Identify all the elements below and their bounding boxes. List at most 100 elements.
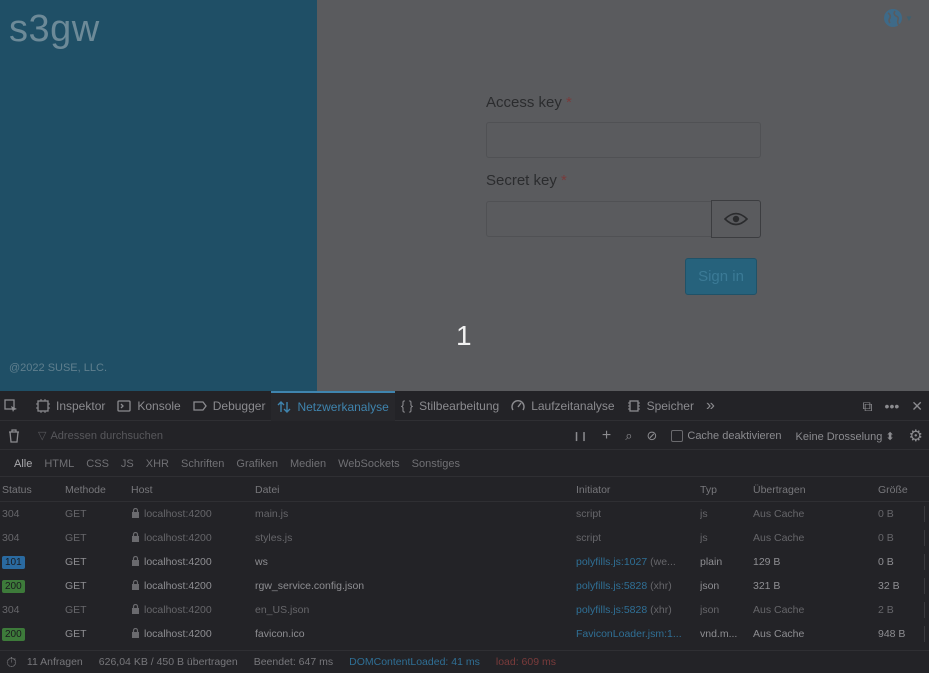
type-filter-images[interactable]: Grafiken bbox=[230, 458, 284, 470]
host-cell: localhost:4200 bbox=[131, 598, 251, 622]
show-password-button[interactable] bbox=[711, 200, 761, 238]
tab-network[interactable]: Netzwerkanalyse bbox=[271, 390, 395, 421]
host-text: localhost:4200 bbox=[144, 532, 212, 544]
tab-style-editor[interactable]: { } Stilbearbeitung bbox=[395, 391, 505, 421]
type-filter-bar: Alle HTML CSS JS XHR Schriften Grafiken … bbox=[0, 451, 929, 477]
sign-in-button[interactable]: Sign in bbox=[685, 258, 757, 295]
column-initiator[interactable]: Initiator bbox=[576, 478, 694, 502]
type-filter-all[interactable]: Alle bbox=[8, 458, 38, 470]
table-row[interactable]: 200 GET localhost:4200 favicon.ico FaviconLo… bbox=[0, 622, 929, 646]
search-icon[interactable]: ⌕ bbox=[625, 428, 632, 444]
initiator-cell: script bbox=[576, 502, 694, 526]
column-divider[interactable] bbox=[924, 530, 925, 546]
status-badge: 200 bbox=[2, 580, 25, 593]
column-transferred[interactable]: Übertragen bbox=[753, 478, 871, 502]
initiator-link[interactable]: polyfills.js:5828 bbox=[576, 604, 647, 616]
load-time: load: 609 ms bbox=[495, 656, 556, 668]
tab-label: Inspektor bbox=[56, 398, 106, 413]
tab-console[interactable]: Konsole bbox=[111, 391, 186, 421]
language-selector[interactable]: ▼ bbox=[883, 8, 919, 28]
column-file[interactable]: Datei bbox=[255, 478, 570, 502]
gear-icon[interactable]: ⚙ bbox=[909, 426, 923, 446]
column-size[interactable]: Größe bbox=[878, 478, 924, 502]
type-filter-media[interactable]: Medien bbox=[284, 458, 332, 470]
filter-input[interactable]: Adressen durchsuchen bbox=[50, 430, 163, 442]
clear-button[interactable] bbox=[0, 428, 28, 443]
more-tabs-button[interactable]: » bbox=[700, 391, 721, 421]
app-viewport: s3gw @2022 SUSE, LLC. ▼ Access key * Sec… bbox=[0, 0, 929, 391]
finished-time: Beendet: 647 ms bbox=[253, 656, 334, 668]
more-options-icon[interactable]: ••• bbox=[885, 398, 900, 414]
column-method[interactable]: Methode bbox=[65, 478, 125, 502]
stopwatch-icon[interactable]: ⏱ bbox=[6, 654, 17, 671]
type-filter-other[interactable]: Sonstiges bbox=[406, 458, 466, 470]
access-key-input[interactable] bbox=[486, 122, 761, 158]
element-picker-button[interactable] bbox=[0, 391, 30, 421]
status-cell: 200 bbox=[2, 574, 58, 598]
column-divider[interactable] bbox=[924, 554, 925, 570]
initiator-cause: (xhr) bbox=[650, 604, 672, 616]
table-row[interactable]: 304 GET localhost:4200 main.js script js Aus C… bbox=[0, 502, 929, 526]
secret-key-input[interactable] bbox=[486, 201, 712, 237]
secret-key-label-text: Secret key bbox=[486, 172, 557, 189]
host-cell: localhost:4200 bbox=[131, 622, 251, 646]
method-cell: GET bbox=[65, 556, 87, 568]
trash-icon bbox=[9, 428, 19, 443]
file-cell: main.js bbox=[255, 508, 289, 520]
size-cell: 0 B bbox=[878, 532, 894, 544]
url-filter[interactable]: ▽ Adressen durchsuchen bbox=[38, 429, 163, 443]
status-code: 304 bbox=[2, 508, 20, 520]
status-cell: 304 bbox=[2, 502, 58, 526]
add-icon[interactable]: + bbox=[602, 427, 611, 445]
column-host[interactable]: Host bbox=[131, 478, 251, 502]
type-filter-html[interactable]: HTML bbox=[38, 458, 80, 470]
type-filter-css[interactable]: CSS bbox=[80, 458, 115, 470]
tab-debugger[interactable]: Debugger bbox=[187, 391, 272, 421]
type-filter-fonts[interactable]: Schriften bbox=[175, 458, 230, 470]
initiator-link[interactable]: FaviconLoader.jsm:1... bbox=[576, 628, 682, 640]
pause-button[interactable]: ❙❙ bbox=[573, 431, 588, 442]
initiator-link: script bbox=[576, 508, 602, 520]
throttling-select[interactable]: Keine Drosselung ⬍ bbox=[796, 430, 895, 443]
lock-icon bbox=[132, 580, 139, 590]
table-body: 304 GET localhost:4200 main.js script js Aus C… bbox=[0, 502, 929, 646]
type-filter-websockets[interactable]: WebSockets bbox=[332, 458, 406, 470]
dock-side-icon[interactable]: ⧉ bbox=[863, 398, 873, 415]
tab-label: Debugger bbox=[212, 398, 266, 413]
tab-memory[interactable]: Speicher bbox=[621, 391, 700, 421]
tab-inspector[interactable]: Inspektor bbox=[30, 391, 111, 421]
required-marker: * bbox=[561, 172, 567, 189]
method-cell: GET bbox=[65, 604, 87, 616]
host-cell: localhost:4200 bbox=[131, 502, 251, 526]
tab-performance[interactable]: Laufzeitanalyse bbox=[505, 391, 620, 421]
disable-cache-toggle[interactable]: Cache deaktivieren bbox=[671, 430, 782, 443]
type-filter-js[interactable]: JS bbox=[115, 458, 140, 470]
column-status[interactable]: Status bbox=[2, 478, 58, 502]
type-filter-xhr[interactable]: XHR bbox=[140, 458, 175, 470]
column-divider[interactable] bbox=[924, 602, 925, 618]
initiator-link[interactable]: polyfills.js:5828 bbox=[576, 580, 647, 592]
transferred-cell: Aus Cache bbox=[753, 628, 805, 640]
initiator-link[interactable]: polyfills.js:1027 bbox=[576, 556, 647, 568]
column-type[interactable]: Typ bbox=[700, 478, 748, 502]
column-divider[interactable] bbox=[924, 506, 925, 522]
brand-logo: s3gw bbox=[9, 8, 100, 50]
transferred-cell: Aus Cache bbox=[753, 508, 805, 520]
tab-label: Stilbearbeitung bbox=[419, 398, 500, 413]
table-row[interactable]: 304 GET localhost:4200 en_US.json polyfills.… bbox=[0, 598, 929, 622]
console-icon bbox=[117, 399, 132, 412]
initiator-cause: (xhr) bbox=[650, 580, 672, 592]
close-icon[interactable]: ✕ bbox=[911, 398, 923, 415]
eye-icon bbox=[724, 212, 748, 226]
chevron-down-icon: ▼ bbox=[905, 13, 913, 23]
devtools-panel: Inspektor Konsole Debugger Netzwerkanaly… bbox=[0, 390, 929, 673]
table-row[interactable]: 304 GET localhost:4200 styles.js script js Aus… bbox=[0, 526, 929, 550]
column-divider[interactable] bbox=[924, 626, 925, 642]
initiator-cell: script bbox=[576, 526, 694, 550]
table-row[interactable]: 101 GET localhost:4200 ws polyfills.js:1027 … bbox=[0, 550, 929, 574]
block-icon[interactable]: ⊘ bbox=[646, 428, 657, 444]
host-cell: localhost:4200 bbox=[131, 574, 251, 598]
table-row[interactable]: 200 GET localhost:4200 rgw_service.config.j… bbox=[0, 574, 929, 598]
disable-cache-checkbox[interactable] bbox=[671, 430, 684, 443]
column-divider[interactable] bbox=[924, 578, 925, 594]
